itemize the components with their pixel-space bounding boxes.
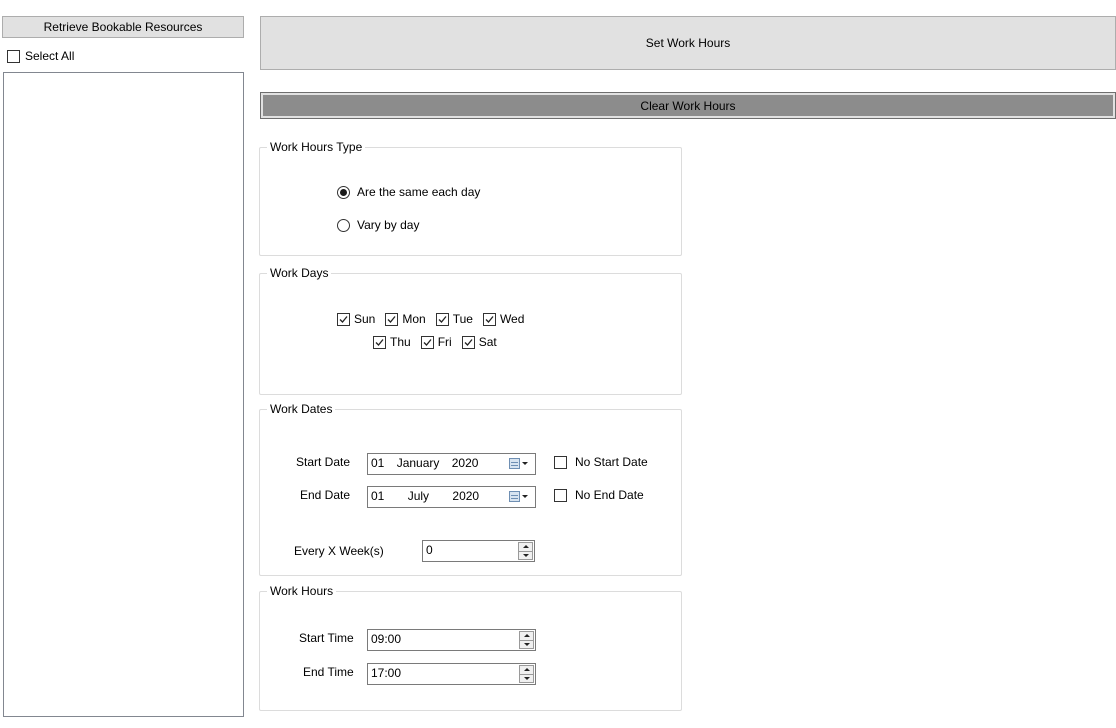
work-hours-type-group: Work Hours Type Are the same each day Va… xyxy=(259,140,682,256)
no-end-date-row[interactable]: No End Date xyxy=(554,488,644,502)
radio-label: Are the same each day xyxy=(357,185,481,199)
spin-buttons[interactable] xyxy=(519,665,534,683)
work-hours-type-title: Work Hours Type xyxy=(267,140,366,155)
spin-up-icon[interactable] xyxy=(519,631,534,641)
day-label: Tue xyxy=(452,312,473,326)
resources-list[interactable] xyxy=(3,72,244,717)
every-x-weeks-value[interactable]: 0 xyxy=(426,543,433,557)
start-time-field[interactable]: 09:00 xyxy=(367,629,536,651)
no-end-date-checkbox[interactable] xyxy=(554,488,567,502)
start-time-value[interactable]: 09:00 xyxy=(371,632,401,646)
start-date-label: Start Date xyxy=(296,455,351,469)
day-sat[interactable]: Sat xyxy=(461,335,497,349)
start-time-label: Start Time xyxy=(299,631,354,645)
checkbox-checked-icon[interactable] xyxy=(420,335,434,349)
no-start-date-label: No Start Date xyxy=(575,455,648,469)
no-start-date-checkbox[interactable] xyxy=(554,455,567,469)
radio-button[interactable] xyxy=(337,218,350,232)
day-sun[interactable]: Sun xyxy=(337,312,375,326)
every-x-weeks-stepper[interactable]: 0 xyxy=(422,540,535,562)
day-label: Mon xyxy=(402,312,426,326)
checkbox-checked-icon[interactable] xyxy=(482,312,496,326)
start-year[interactable]: 2020 xyxy=(452,456,479,470)
end-time-label: End Time xyxy=(303,665,354,679)
day-label: Thu xyxy=(390,335,411,349)
start-date-picker[interactable]: 01 January 2020 xyxy=(367,453,536,475)
spin-up-icon[interactable] xyxy=(519,665,534,675)
spin-up-icon[interactable] xyxy=(518,542,533,552)
checkbox-checked-icon[interactable] xyxy=(435,312,449,326)
retrieve-resources-button[interactable]: Retrieve Bookable Resources xyxy=(2,16,244,38)
spin-down-icon[interactable] xyxy=(518,551,533,560)
spin-down-icon[interactable] xyxy=(519,640,534,649)
end-time-value[interactable]: 17:00 xyxy=(371,666,401,680)
radio-vary-by-day[interactable]: Vary by day xyxy=(337,218,419,232)
day-label: Sun xyxy=(354,312,376,326)
day-label: Fri xyxy=(437,335,452,349)
spin-buttons[interactable] xyxy=(519,631,534,649)
select-all-row[interactable]: Select All xyxy=(7,49,74,63)
day-thu[interactable]: Thu xyxy=(373,335,411,349)
start-month[interactable]: January xyxy=(397,456,440,470)
end-time-field[interactable]: 17:00 xyxy=(367,663,536,685)
radio-button[interactable] xyxy=(337,185,350,199)
checkbox-checked-icon[interactable] xyxy=(337,312,350,326)
select-all-checkbox[interactable] xyxy=(7,49,20,63)
day-mon[interactable]: Mon xyxy=(385,312,426,326)
end-day[interactable]: 01 xyxy=(371,489,384,503)
end-date-label: End Date xyxy=(300,488,351,502)
end-year[interactable]: 2020 xyxy=(452,489,479,503)
work-days-group: Work Days Sun Mon Tue Wed Thu Fri Sat xyxy=(259,266,682,395)
radio-label: Vary by day xyxy=(357,218,420,232)
no-end-date-label: No End Date xyxy=(575,488,644,502)
calendar-dropdown-icon[interactable] xyxy=(509,456,533,471)
clear-work-hours-button[interactable]: Clear Work Hours xyxy=(260,92,1116,119)
every-x-weeks-label: Every X Week(s) xyxy=(294,544,384,558)
work-hours-title: Work Hours xyxy=(267,584,337,599)
radio-same-each-day[interactable]: Are the same each day xyxy=(337,185,480,199)
checkbox-checked-icon[interactable] xyxy=(373,335,386,349)
day-tue[interactable]: Tue xyxy=(435,312,473,326)
day-label: Wed xyxy=(499,312,525,326)
set-work-hours-button[interactable]: Set Work Hours xyxy=(260,16,1116,70)
no-start-date-row[interactable]: No Start Date xyxy=(554,455,648,469)
day-label: Sat xyxy=(478,335,497,349)
work-hours-group: Work Hours Start Time 09:00 End Time 17:… xyxy=(259,584,682,711)
work-dates-group: Work Dates Start Date 01 January 2020 No… xyxy=(259,402,682,576)
end-date-picker[interactable]: 01 July 2020 xyxy=(367,486,536,508)
checkbox-checked-icon[interactable] xyxy=(385,312,399,326)
select-all-label: Select All xyxy=(25,49,75,63)
spin-down-icon[interactable] xyxy=(519,674,534,683)
start-day[interactable]: 01 xyxy=(371,456,384,470)
work-days-title: Work Days xyxy=(267,266,332,281)
spin-buttons[interactable] xyxy=(518,542,533,560)
checkbox-checked-icon[interactable] xyxy=(461,335,475,349)
day-wed[interactable]: Wed xyxy=(482,312,525,326)
end-month[interactable]: July xyxy=(408,489,429,503)
day-fri[interactable]: Fri xyxy=(420,335,452,349)
work-dates-title: Work Dates xyxy=(267,402,336,417)
calendar-dropdown-icon[interactable] xyxy=(509,489,533,504)
